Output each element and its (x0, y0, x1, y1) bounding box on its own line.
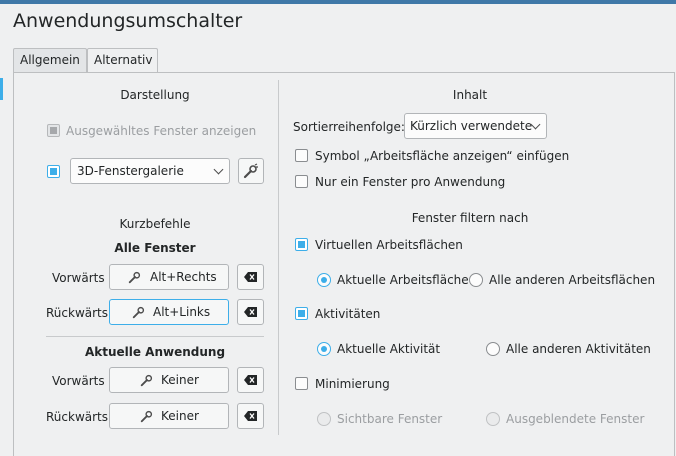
tab-label: Allgemein (20, 53, 80, 67)
edit-clear-icon (244, 272, 257, 282)
sort-order-label: Sortierreihenfolge: (293, 120, 405, 134)
all-backward-label: Rückwärts (46, 306, 109, 320)
sort-order-select[interactable]: Kürzlich verwendete (404, 113, 547, 139)
app-backward-shortcut-value: Keiner (161, 409, 199, 423)
minimize-checkbox[interactable] (295, 377, 308, 390)
configure-icon (243, 163, 258, 179)
layout-enable-checkbox[interactable] (47, 165, 60, 178)
all-forward-shortcut-value: Alt+Rechts (150, 270, 217, 284)
app-backward-shortcut-button[interactable]: Keiner (109, 403, 229, 429)
activities-checkbox[interactable] (295, 307, 308, 320)
min-visible-label: Sichtbare Fenster (337, 412, 443, 426)
kurzbefehle-heading: Kurzbefehle (119, 217, 191, 231)
vd-others-label: Alle anderen Arbeitsflächen (489, 273, 656, 287)
all-forward-shortcut-button[interactable]: Alt+Rechts (109, 264, 229, 290)
configure-shortcut-icon (128, 271, 141, 284)
vd-others-radio[interactable] (469, 273, 483, 287)
layout-select[interactable]: 3D-Fenstergalerie (70, 158, 230, 184)
edit-clear-icon (244, 411, 257, 421)
act-others-label: Alle anderen Aktivitäten (506, 342, 651, 356)
virtual-desktops-checkbox[interactable] (295, 238, 308, 251)
min-hidden-radio[interactable] (486, 412, 500, 426)
app-forward-clear-button[interactable] (237, 367, 264, 393)
tab-alternativ[interactable]: Alternativ (87, 48, 158, 73)
activities-label: Aktivitäten (315, 307, 381, 321)
layout-select-value: 3D-Fenstergalerie (77, 164, 184, 178)
tab-label: Alternativ (94, 53, 153, 67)
show-selected-window-label: Ausgewähltes Fenster anzeigen (66, 124, 257, 138)
app-backward-clear-button[interactable] (237, 403, 264, 429)
page-title: Anwendungsumschalter (13, 10, 243, 32)
show-desktop-checkbox[interactable] (295, 149, 308, 162)
configure-shortcut-icon (140, 410, 153, 423)
one-per-app-label: Nur ein Fenster pro Anwendung (315, 175, 506, 189)
column-separator (278, 80, 279, 435)
act-current-label: Aktuelle Aktivität (337, 342, 441, 356)
vd-current-label: Aktuelle Arbeitsfläche (337, 273, 469, 287)
all-backward-clear-button[interactable] (237, 299, 264, 325)
minimize-label: Minimierung (315, 377, 390, 391)
tab-allgemein[interactable]: Allgemein (13, 48, 87, 72)
configure-layout-button[interactable] (238, 158, 264, 184)
min-visible-radio[interactable] (317, 412, 331, 426)
window-titlebar-strip (0, 0, 676, 4)
aktuelle-anwendung-heading: Aktuelle Anwendung (84, 345, 226, 359)
alle-fenster-heading: Alle Fenster (114, 241, 196, 255)
show-desktop-label: Symbol „Arbeitsfläche anzeigen“ einfügen (315, 149, 570, 163)
act-others-radio[interactable] (486, 342, 500, 356)
edit-clear-icon (244, 375, 257, 385)
all-forward-clear-button[interactable] (237, 264, 264, 290)
configure-shortcut-icon (132, 306, 145, 319)
inhalt-heading: Inhalt (452, 88, 488, 102)
all-forward-label: Vorwärts (52, 271, 105, 285)
focus-accent (0, 78, 3, 100)
edit-clear-icon (244, 307, 257, 317)
configure-shortcut-icon (140, 374, 153, 387)
app-forward-label: Vorwärts (52, 374, 105, 388)
app-forward-shortcut-button[interactable]: Keiner (109, 367, 229, 393)
chevron-down-icon (213, 164, 224, 175)
act-current-radio[interactable] (317, 342, 331, 356)
one-per-app-checkbox[interactable] (295, 175, 308, 188)
all-backward-shortcut-button[interactable]: Alt+Links (109, 299, 229, 325)
virtual-desktops-label: Virtuellen Arbeitsflächen (315, 238, 463, 252)
show-selected-window-checkbox[interactable] (47, 124, 60, 137)
sort-order-value: Kürzlich verwendete (410, 119, 533, 133)
app-backward-label: Rückwärts (46, 410, 109, 424)
app-forward-shortcut-value: Keiner (161, 373, 199, 387)
all-backward-shortcut-value: Alt+Links (153, 305, 211, 319)
darstellung-heading: Darstellung (120, 88, 190, 102)
vd-current-radio[interactable] (317, 273, 331, 287)
min-hidden-label: Ausgeblendete Fenster (506, 412, 645, 426)
filter-heading: Fenster filtern nach (411, 211, 529, 225)
shortcut-separator (46, 336, 264, 337)
